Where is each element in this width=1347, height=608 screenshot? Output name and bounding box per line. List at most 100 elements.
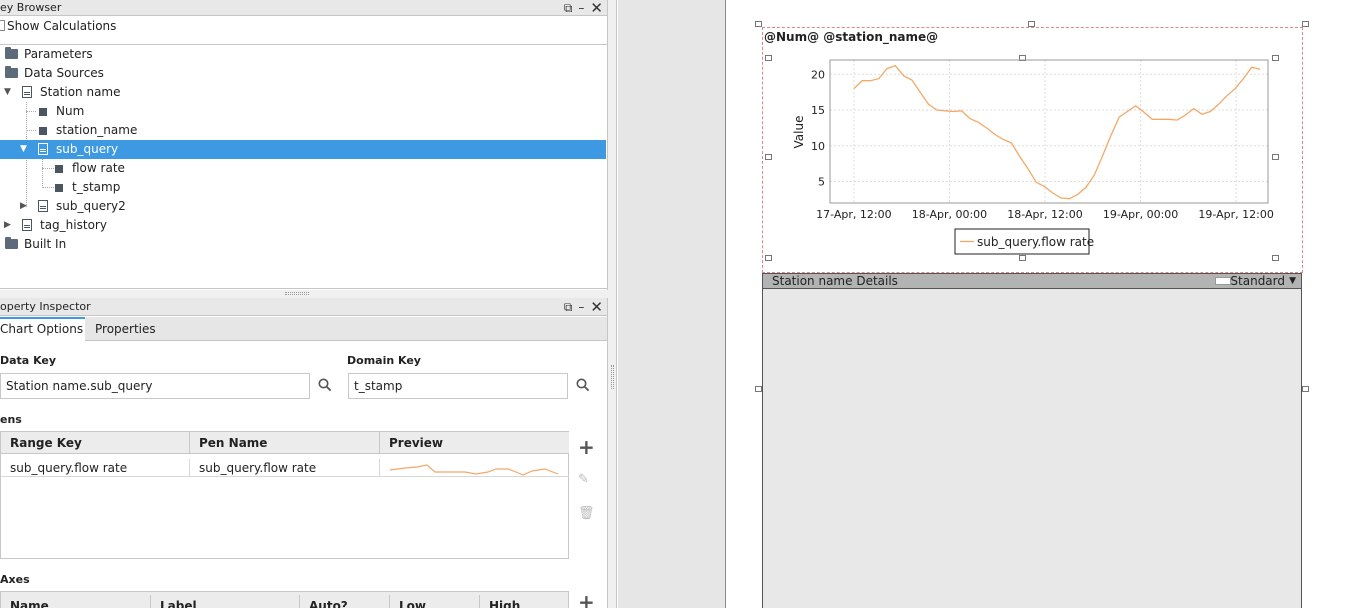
band-mode-label[interactable]: Standard [1230,274,1285,288]
key-browser-title-bar: ey Browser ⧉ – ✕ [0,0,607,16]
axes-header-low[interactable]: Low [390,595,480,608]
property-inspector-title-bar: operty Inspector ⧉ – ✕ [0,298,607,316]
axes-header-name[interactable]: Name [1,595,151,608]
y-tick-label: 15 [811,104,825,117]
pens-cell-range-key[interactable]: sub_query.flow rate [1,459,190,477]
domain-key-search-icon[interactable] [576,378,590,395]
tree-item-sub-query[interactable]: ▼ sub_query [0,140,606,159]
details-band-body[interactable] [762,273,1302,608]
tree-item-t-stamp[interactable]: t_stamp [0,178,606,197]
band-mode-dropdown-icon[interactable]: ▼ [1289,274,1296,288]
data-key-field[interactable] [0,373,310,399]
folder-icon [5,237,18,249]
field-icon [55,184,63,192]
show-calculations-label: Show Calculations [7,19,117,33]
field-icon [55,165,63,173]
tree-item-station-name[interactable]: ▼ Station name [0,83,606,102]
tree-item-num[interactable]: Num [0,102,606,121]
show-calculations-checkbox[interactable] [0,20,5,31]
resize-handle[interactable] [1028,21,1035,27]
pens-label: ens [0,413,22,426]
axes-header-auto[interactable]: Auto? [300,595,390,608]
tree-label: Parameters [24,47,93,61]
query-icon [22,86,32,98]
axes-table: Name Label Auto? Low High [0,591,569,608]
close-icon[interactable]: ✕ [590,300,603,315]
expand-down-icon[interactable]: ▼ [4,83,11,102]
band-mode-icon [1215,277,1231,285]
header-text[interactable]: @Num@ @station_name@ [764,30,938,44]
expand-right-icon[interactable]: ▶ [20,197,27,216]
resize-handle[interactable] [1302,21,1309,27]
x-tick-label: 18-Apr, 12:00 [1007,208,1082,221]
tree-label: sub_query2 [56,199,126,213]
domain-key-field[interactable] [348,373,568,399]
minimize-icon[interactable]: – [578,1,584,15]
close-icon[interactable]: ✕ [590,1,603,16]
y-tick-label: 5 [818,176,825,189]
details-band-header[interactable]: Station name Details Standard ▼ [762,273,1302,289]
delete-pen-icon[interactable]: 🗑 [578,506,595,521]
field-icon [39,108,47,116]
timeseries-chart[interactable]: 5 10 15 20 17-Apr, 12:00 18-Apr, 00:00 18-Apr… [762,50,1302,265]
tree-label: flow rate [72,161,125,175]
tree-label: Built In [24,237,67,251]
tab-chart-options[interactable]: Chart Options [0,317,85,341]
pens-header-range-key[interactable]: Range Key [1,432,190,454]
resize-handle[interactable] [755,386,762,392]
tree-label: sub_query [56,142,119,156]
resize-handle[interactable] [1302,386,1309,392]
pens-header-pen-name[interactable]: Pen Name [190,432,380,454]
minimize-icon[interactable]: – [578,300,584,314]
x-tick-label: 18-Apr, 00:00 [912,208,987,221]
pen-preview-sparkline [389,464,559,476]
tree-item-built-in[interactable]: Built In [0,235,606,254]
domain-key-label: Domain Key [347,354,421,367]
query-icon [38,143,48,155]
panel-splitter[interactable] [0,290,608,298]
tree-label: Num [56,104,85,118]
x-tick-label: 19-Apr, 00:00 [1103,208,1178,221]
expand-right-icon[interactable]: ▶ [4,216,11,235]
add-axis-icon[interactable]: + [578,592,595,608]
key-browser-title: ey Browser [0,1,62,14]
pens-header-preview[interactable]: Preview [380,432,569,454]
tree-item-data-sources[interactable]: Data Sources [0,64,606,83]
axes-label: Axes [0,573,30,586]
add-pen-icon[interactable]: + [578,435,595,459]
tab-properties[interactable]: Properties [95,317,156,341]
restore-icon[interactable]: ⧉ [564,300,573,314]
data-key-search-icon[interactable] [318,378,332,395]
folder-icon [5,47,18,59]
resize-handle[interactable] [755,21,762,27]
field-icon [39,127,47,135]
key-tree: Parameters Data Sources ▼ Station name N… [0,44,607,289]
tree-label: Station name [40,85,121,99]
series-line [853,64,1261,200]
axes-header-label[interactable]: Label [151,595,300,608]
tab-label: Chart Options [0,322,84,336]
vertical-splitter[interactable] [608,0,617,608]
restore-icon[interactable]: ⧉ [564,1,573,15]
axes-header-high[interactable]: High [480,595,568,608]
edit-pen-icon[interactable]: ✎ [578,472,589,487]
tree-item-parameters[interactable]: Parameters [0,45,606,64]
tree-item-sub-query2[interactable]: ▶ sub_query2 [0,197,606,216]
legend-label: sub_query.flow rate [977,235,1094,249]
show-calculations-row[interactable]: Show Calculations [0,17,607,36]
data-key-label: Data Key [0,354,57,367]
tree-item-station-name-field[interactable]: station_name [0,121,606,140]
inspector-tabs: Chart Options Properties [0,317,607,341]
folder-open-icon [5,66,18,78]
tree-item-flow-rate[interactable]: flow rate [0,159,606,178]
property-inspector-title: operty Inspector [0,300,91,313]
pens-table: Range Key Pen Name Preview sub_query.flo… [0,431,569,559]
pens-cell-pen-name[interactable]: sub_query.flow rate [190,459,380,477]
query-icon [38,200,48,212]
y-tick-label: 10 [811,140,825,153]
tree-item-tag-history[interactable]: ▶ tag_history [0,216,606,235]
tab-label: Properties [95,322,156,336]
x-tick-label: 19-Apr, 12:00 [1198,208,1273,221]
property-inspector-panel: operty Inspector ⧉ – ✕ Chart Options Pro… [0,298,608,608]
expand-down-icon[interactable]: ▼ [20,140,27,159]
